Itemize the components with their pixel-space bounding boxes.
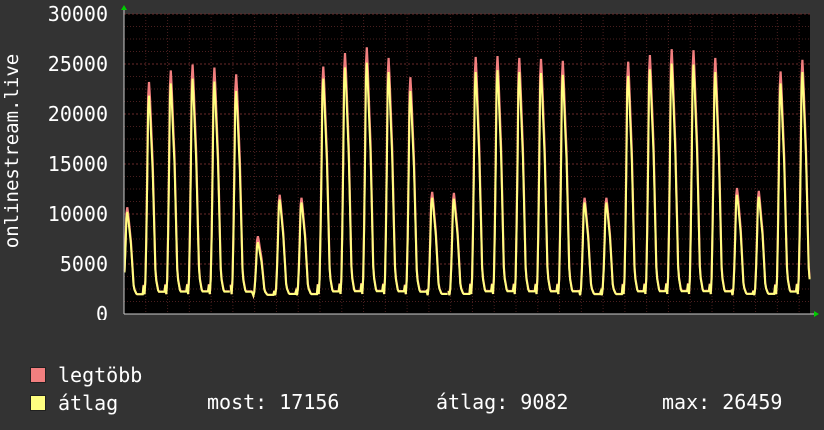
x-tick-label: Week 37 xyxy=(494,319,578,320)
legend-swatch-avg xyxy=(30,395,46,411)
y-axis-arrow xyxy=(121,5,127,10)
stat-current: most: 17156 xyxy=(207,390,340,414)
stat-maximum: max: 26459 xyxy=(662,390,783,414)
y-axis-label: onlinestream.live xyxy=(1,53,23,249)
y-tick-label: 0 xyxy=(96,302,108,320)
legend-item-max: legtöbb xyxy=(30,363,142,387)
y-tick-label: 10000 xyxy=(48,202,108,226)
y-tick-label: 20000 xyxy=(48,102,108,126)
y-tick-label: 15000 xyxy=(48,152,108,176)
legend-swatch-max xyxy=(30,367,46,383)
x-tick-label: Week 36 xyxy=(337,319,421,320)
y-tick-label: 25000 xyxy=(48,52,108,76)
x-axis-arrow xyxy=(814,311,819,317)
legend-label-max: legtöbb xyxy=(58,363,143,387)
chart: 0 5000 10000 15000 20000 25000 30000 Week 35 Wee… xyxy=(48,2,819,320)
y-tick-label: 30000 xyxy=(48,2,108,26)
y-tick-label: 5000 xyxy=(60,252,108,276)
plot-background xyxy=(124,14,810,314)
stat-average: átlag: 9082 xyxy=(436,390,569,414)
x-tick-label: Week 35 xyxy=(180,319,264,320)
x-tick-label: Week 38 xyxy=(652,319,736,320)
legend-item-avg: átlag xyxy=(30,391,118,415)
legend-label-avg: átlag xyxy=(58,391,119,415)
